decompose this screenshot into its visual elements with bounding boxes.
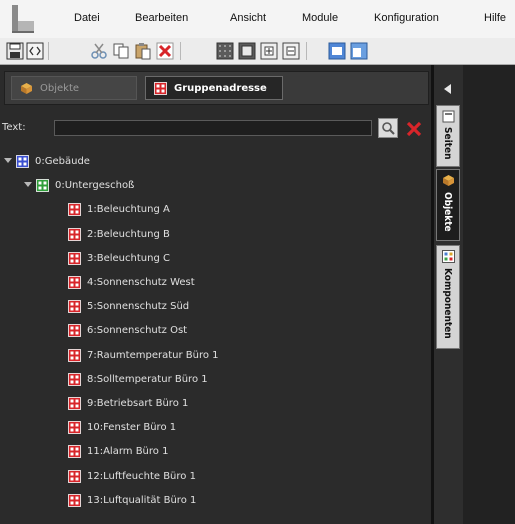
tree-item-label: 8:Solltemperatur Büro 1 [87,374,208,385]
clear-icon [406,121,422,137]
side-tab-objekte[interactable]: Objekte [436,169,460,241]
menu-bearbeiten[interactable]: Bearbeiten [135,12,188,24]
group-address-icon [68,203,81,216]
side-tab-komponenten[interactable]: Komponenten [436,245,460,349]
group-address-icon [68,324,81,337]
toolbar-separator [180,42,181,60]
cut-icon[interactable] [90,42,108,60]
tree-row[interactable]: 9:Betriebsart Büro 1 [0,393,431,415]
menu-hilfe[interactable]: Hilfe [484,12,506,24]
tree-item-label: 7:Raumtemperatur Büro 1 [87,350,219,361]
zoom-in-icon[interactable] [260,42,278,60]
group-address-icon [68,421,81,434]
tab-objekte[interactable]: Objekte [11,76,137,100]
group-address-icon [68,276,81,289]
group-address-icon [68,494,81,507]
tree-row[interactable]: 0:Gebäude [0,151,431,173]
components-icon [442,250,455,263]
search-button[interactable] [378,118,398,138]
tree-item-label: 3:Beleuchtung C [87,253,170,264]
group-address-icon [68,252,81,265]
tree-row[interactable]: 7:Raumtemperatur Büro 1 [0,345,431,367]
pages-icon [442,110,455,123]
tree-item-label: 5:Sonnenschutz Süd [87,301,190,312]
menu-module[interactable]: Module [302,12,338,24]
tree-row[interactable]: 2:Beleuchtung B [0,224,431,246]
toolbar-separator [306,42,307,60]
tree-item-label: 4:Sonnenschutz West [87,277,195,288]
collapse-arrow-icon[interactable] [444,84,451,94]
menu-ansicht[interactable]: Ansicht [230,12,266,24]
group-address-icon [68,445,81,458]
tree-row[interactable]: 3:Beleuchtung C [0,248,431,270]
tree-row[interactable]: 11:Alarm Büro 1 [0,441,431,463]
tree-item-label: 2:Beleuchtung B [87,229,170,240]
tab-gruppenadresse-label: Gruppenadresse [174,83,267,94]
tree-item-label: 11:Alarm Büro 1 [87,446,169,457]
expand-arrow-icon[interactable] [24,182,32,187]
search-icon [382,122,395,135]
tree-item-label: 0:Gebäude [35,156,90,167]
tree-row[interactable]: 13:Luftqualität Büro 1 [0,490,431,512]
tree-row[interactable]: 1:Beleuchtung A [0,199,431,221]
cube-icon [21,83,32,94]
grid-dots-icon[interactable] [216,42,234,60]
tree-row[interactable]: 5:Sonnenschutz Süd [0,296,431,318]
group-address-icon [68,349,81,362]
search-row: Text: [0,117,431,139]
search-label: Text: [2,122,26,133]
tree-item-label: 13:Luftqualität Büro 1 [87,495,197,506]
toolbar [0,38,515,65]
tree-item-label: 6:Sonnenschutz Ost [87,325,188,336]
building-group-icon [16,155,29,168]
menu-konfiguration[interactable]: Konfiguration [374,12,439,24]
tree-row[interactable]: 0:Untergeschoß [0,175,431,197]
tree-item-label: 0:Untergeschoß [55,180,135,191]
group-address-icon [68,228,81,241]
group-address-icon [68,470,81,483]
group-address-icon [68,397,81,410]
tab-objekte-label: Objekte [40,83,80,94]
window-split-icon[interactable] [350,42,368,60]
code-view-icon[interactable] [26,42,44,60]
side-tab-seiten-label: Seiten [442,127,453,160]
paste-icon[interactable] [134,42,152,60]
side-tab-objekte-label: Objekte [442,192,453,232]
search-input[interactable] [54,120,372,136]
side-tab-seiten[interactable]: Seiten [436,105,460,167]
side-tab-column: Seiten Objekte Komponenten [434,65,463,524]
tree-row[interactable]: 12:Luftfeuchte Büro 1 [0,466,431,488]
delete-icon[interactable] [156,42,174,60]
middle-group-icon [36,179,49,192]
zoom-out-icon[interactable] [282,42,300,60]
tab-gruppenadresse[interactable]: Gruppenadresse [145,76,283,100]
save-icon[interactable] [6,42,24,60]
tree-item-label: 12:Luftfeuchte Büro 1 [87,471,196,482]
clear-search-button[interactable] [404,119,424,139]
workspace-area [463,65,515,524]
tree-row[interactable]: 10:Fenster Büro 1 [0,417,431,439]
copy-icon[interactable] [112,42,130,60]
tree-item-label: 10:Fenster Büro 1 [87,422,177,433]
app-logo-icon [12,5,34,33]
tree-row[interactable]: 8:Solltemperatur Büro 1 [0,369,431,391]
group-address-icon [68,373,81,386]
side-tab-komponenten-label: Komponenten [442,268,453,339]
tree-row[interactable]: 6:Sonnenschutz Ost [0,320,431,342]
window-layout-icon[interactable] [328,42,346,60]
menu-datei[interactable]: Datei [74,12,100,24]
tree-row[interactable]: 4:Sonnenschutz West [0,272,431,294]
tree-item-label: 1:Beleuchtung A [87,204,170,215]
panel-tab-bar: Objekte Gruppenadresse [4,71,429,105]
menu-bar: Datei Bearbeiten Ansicht Module Konfigur… [0,0,515,39]
group-address-icon [68,300,81,313]
frame-icon[interactable] [238,42,256,60]
expand-arrow-icon[interactable] [4,158,12,163]
group-address-panel: Objekte Gruppenadresse Text: 0:Gebäude 0… [0,65,431,524]
group-address-icon [154,82,167,95]
toolbar-separator [48,42,49,60]
tree-item-label: 9:Betriebsart Büro 1 [87,398,189,409]
cube-icon [443,175,454,186]
